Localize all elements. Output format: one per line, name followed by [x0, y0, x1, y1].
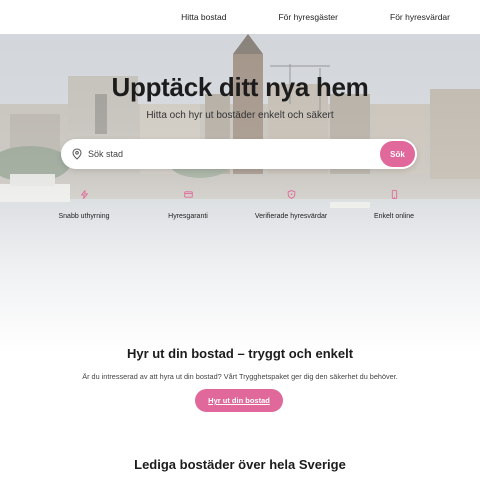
feature-label: Hyresgaranti: [168, 213, 208, 220]
feature-label: Verifierade hyresvärdar: [254, 213, 328, 220]
nav-link-for-hyresgaster[interactable]: För hyresgäster: [278, 12, 338, 22]
city-search-bar: Sök: [61, 139, 417, 169]
location-pin-icon: [72, 148, 82, 160]
smartphone-icon: [391, 190, 397, 199]
zap-icon: [80, 190, 88, 199]
feature-item-enkelt-online: Enkelt online: [339, 190, 449, 223]
feature-item-hyresgaranti: Hyresgaranti: [133, 190, 243, 223]
feature-list: Snabb uthyrning Hyresgaranti Verifierade…: [0, 190, 480, 220]
shield-icon: [287, 190, 295, 199]
feature-label: Enkelt online: [373, 213, 415, 220]
rent-out-button[interactable]: Hyr ut din bostad: [195, 389, 283, 412]
top-nav: Hitta bostad För hyresgäster För hyresvä…: [0, 0, 480, 34]
feature-item-verifierade-hyresvardar: Verifierade hyresvärdar: [236, 190, 346, 223]
landlord-section-text: Är du intresserad av att hyra ut din bos…: [82, 372, 398, 381]
hero-title: Upptäck ditt nya hem: [111, 72, 369, 102]
city-search-input[interactable]: [88, 149, 368, 159]
listings-section-title: Lediga bostäder över hela Sverige: [134, 457, 346, 472]
nav-link-for-hyresvardar[interactable]: För hyresvärdar: [390, 12, 450, 22]
credit-card-icon: [183, 191, 193, 198]
search-button[interactable]: Sök: [380, 141, 415, 167]
hero-subtitle: Hitta och hyr ut bostäder enkelt och säk…: [146, 110, 334, 121]
nav-link-hitta-bostad[interactable]: Hitta bostad: [181, 12, 226, 22]
feature-label: Snabb uthyrning: [58, 213, 110, 220]
landlord-section-title: Hyr ut din bostad – tryggt och enkelt: [126, 346, 354, 361]
feature-item-snabb-uthyrning: Snabb uthyrning: [29, 190, 139, 223]
